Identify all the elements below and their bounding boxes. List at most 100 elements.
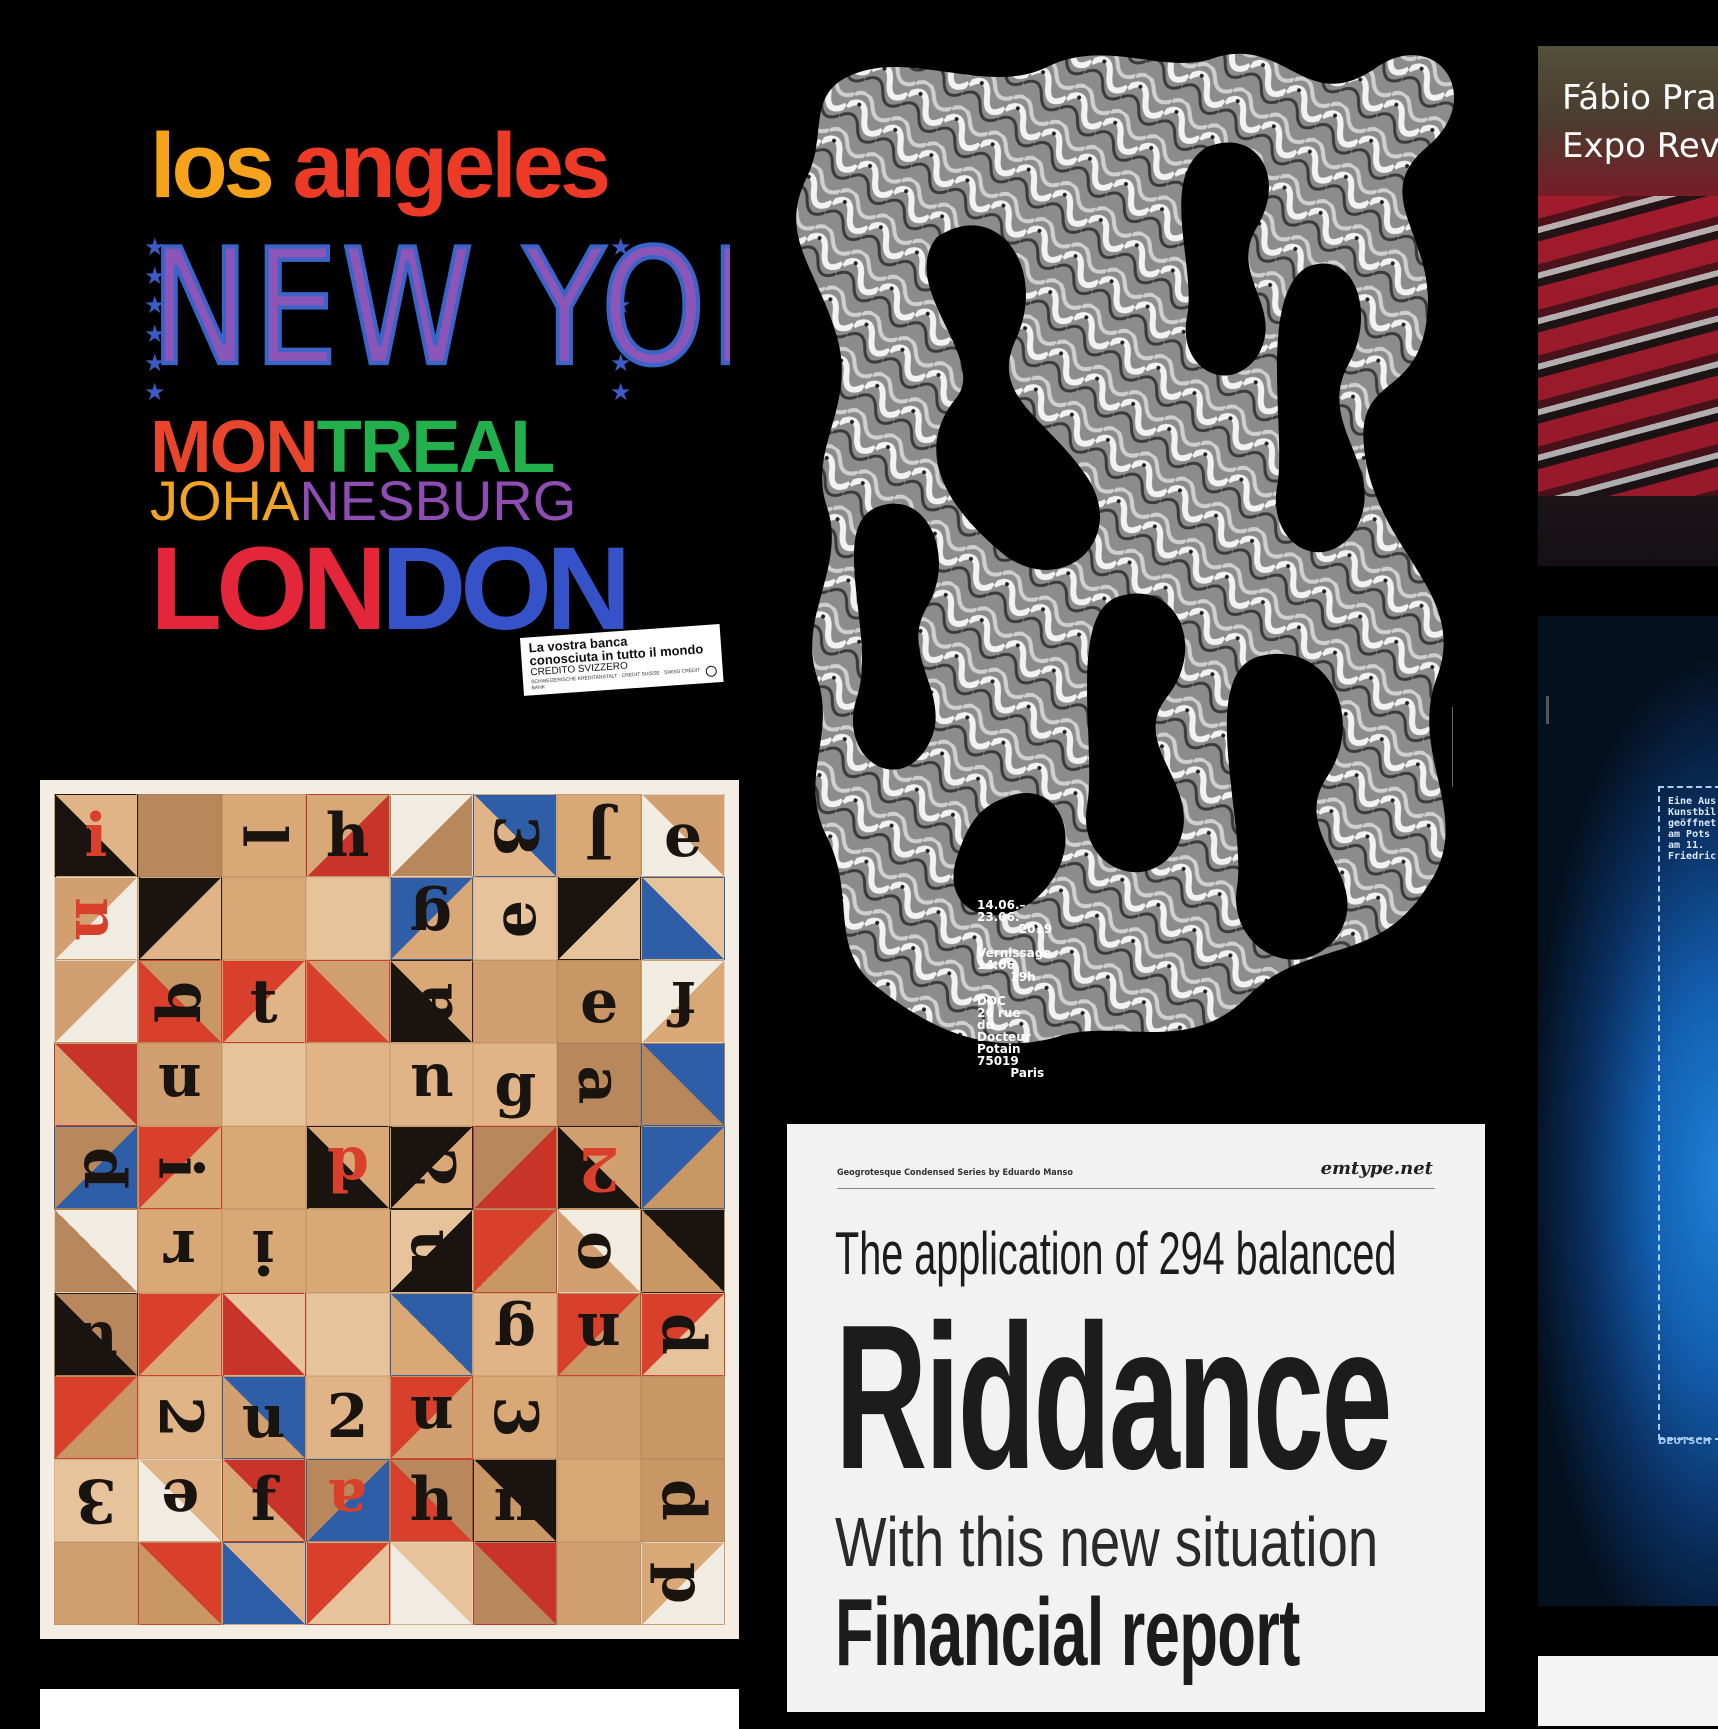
collage-cell: [473, 960, 558, 1044]
collage-cell: [54, 1209, 138, 1293]
collage-cell: [641, 1209, 725, 1293]
collage-cell: a: [557, 1043, 642, 1127]
collage-glyph: e: [480, 899, 551, 938]
collage-cell: 3: [54, 1458, 138, 1542]
collage-grid: ilh3Jengebtaefnugapid22riuongnd2u2n33efa…: [54, 794, 725, 1625]
collage-cell: h: [305, 794, 390, 878]
poster-footer: DEUTSCH: [1658, 1436, 1711, 1447]
collage-cell: [557, 1375, 642, 1459]
collage-cell: [305, 1043, 390, 1127]
collage-glyph: n: [158, 1049, 202, 1120]
collage-glyph: g: [494, 1299, 537, 1370]
collage-cell: 2: [557, 1126, 642, 1210]
collage-cell: [641, 1375, 725, 1459]
collage-cell: i: [137, 1126, 222, 1210]
dashed-frame: [1658, 786, 1718, 1440]
collage-glyph: p: [60, 1146, 131, 1189]
collage-cell: n: [557, 1292, 642, 1376]
collage-cell: g: [389, 877, 474, 961]
collage-cell: e: [557, 960, 642, 1044]
collage-cell: [389, 1541, 474, 1625]
collage-cell: [221, 1292, 306, 1376]
collage-cell: [221, 1541, 306, 1625]
collage-glyph: e: [663, 800, 703, 871]
collage-cell: [305, 1209, 390, 1293]
collage-glyph: t: [249, 966, 278, 1037]
edge-mark: [1546, 696, 1549, 724]
collage-cell: [137, 1292, 222, 1376]
collage-cell: a: [305, 1458, 390, 1542]
city-johannesburg: JOHANESBURG: [150, 473, 576, 529]
collage-glyph: a: [396, 982, 467, 1022]
collage-glyph: h: [325, 800, 370, 871]
collage-cell: [473, 1541, 558, 1625]
divider: [1452, 707, 1453, 787]
poster-tile-blob[interactable]: 14.06.– 23.06. 2019 Vernissage 14.06. 19…: [787, 37, 1485, 1077]
collage-glyph: n: [577, 1299, 621, 1370]
collage-glyph: d: [326, 1132, 369, 1203]
collage-glyph: i: [84, 800, 108, 871]
city-los-angeles: los angeles: [150, 120, 611, 212]
collage-cell: g: [473, 1292, 558, 1376]
collage-cell: n: [389, 1375, 474, 1459]
collage-cell: [137, 877, 222, 961]
collage-glyph: 2: [396, 1147, 467, 1189]
collage-cell: d: [641, 1458, 725, 1542]
caption-line: Expo Rev: [1562, 126, 1718, 166]
collage-cell: l: [221, 794, 306, 878]
collage-glyph: 2: [144, 1396, 215, 1439]
collage-glyph: i: [144, 1156, 215, 1180]
collage-cell: [641, 1043, 725, 1127]
collage-cell: [305, 877, 390, 961]
collage-glyph: r: [164, 1216, 196, 1287]
collage-glyph: n: [60, 896, 131, 941]
collage-cell: 2: [137, 1375, 222, 1459]
collage-cell: u: [389, 1043, 474, 1127]
card-caption: Fábio Pra Expo Rev: [1562, 74, 1718, 170]
poster-tile-cities[interactable]: ★ ★ ★ ★ ★ ★ ★ ★ ★ ★ ★ ★ los angeles NEW …: [110, 110, 730, 720]
collage-glyph: a: [564, 1065, 635, 1105]
collage-cell: [54, 1043, 138, 1127]
city-london: LONDON: [150, 530, 631, 648]
collage-cell: [473, 1126, 558, 1210]
collage-glyph: u: [396, 1229, 467, 1273]
collage-cell: [137, 794, 222, 878]
collage-cell: [54, 960, 138, 1044]
collage-cell: 2: [305, 1375, 390, 1459]
poster-tile-partial-right[interactable]: [1538, 1656, 1718, 1726]
collage-cell: [641, 877, 725, 961]
collage-cell: [54, 1541, 138, 1625]
collage-cell: a: [389, 960, 474, 1044]
collage-glyph: n: [493, 1465, 538, 1536]
collage-glyph: 3: [75, 1465, 117, 1536]
caption-line: Fábio Pra: [1562, 78, 1717, 118]
collage-cell: [137, 1541, 222, 1625]
collage-cell: J: [557, 794, 642, 878]
poster-tile-blue[interactable]: Eine Aus Kunstbil geöffnet am Pots am 11…: [1538, 616, 1718, 1606]
collage-cell: [557, 1541, 642, 1625]
collage-cell: f: [221, 1458, 306, 1542]
collage-cell: f: [641, 960, 725, 1044]
divider: [837, 1188, 1435, 1189]
collage-cell: [473, 1209, 558, 1293]
collage-cell: n: [473, 1458, 558, 1542]
collage-glyph: h: [409, 1465, 454, 1536]
collage-cell: h: [389, 1458, 474, 1542]
collage-glyph: n: [74, 1299, 118, 1370]
exhibition-info: 14.06.– 23.06. 2019 Vernissage 14.06. 19…: [977, 898, 1053, 1077]
collage-cell: n: [54, 1292, 138, 1376]
poster-tile-collage[interactable]: ilh3Jengebtaefnugapid22riuongnd2u2n33efa…: [40, 780, 739, 1639]
collage-cell: b: [137, 960, 222, 1044]
poster-tile-specimen[interactable]: Geogrotesque Condensed Series by Eduardo…: [787, 1124, 1485, 1712]
poster-tile-partial-left[interactable]: [40, 1689, 739, 1729]
collage-cell: [305, 960, 390, 1044]
card-tile-fabio[interactable]: Fábio Pra Expo Rev: [1538, 46, 1718, 566]
collage-cell: g: [473, 1043, 558, 1127]
collage-cell: 3: [473, 1375, 558, 1459]
collage-glyph: u: [241, 1382, 286, 1453]
collage-cell: [389, 794, 474, 878]
collage-glyph: 2: [578, 1132, 621, 1203]
collage-cell: n: [54, 877, 138, 961]
collage-cell: o: [557, 1209, 642, 1293]
collage-glyph: d: [648, 1479, 719, 1522]
